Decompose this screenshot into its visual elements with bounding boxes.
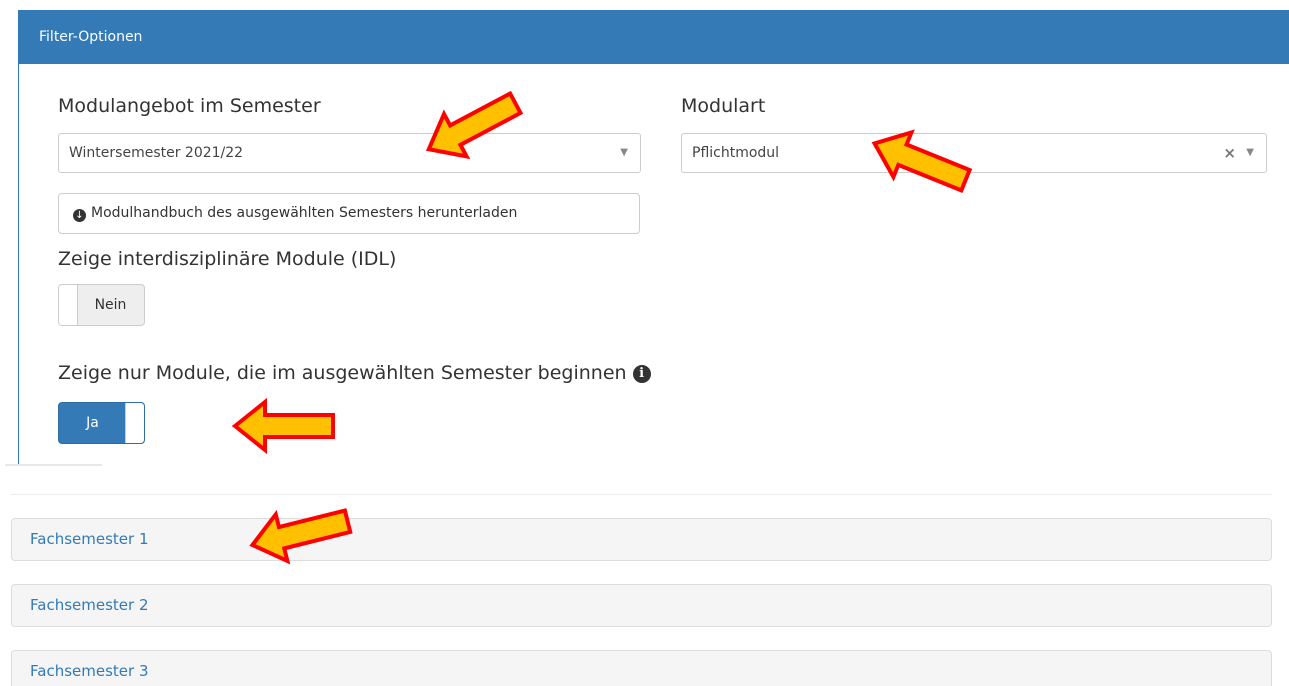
toggle-knob <box>59 285 78 325</box>
idl-toggle-state: Nein <box>94 297 127 313</box>
begin-semester-toggle[interactable]: Ja <box>58 402 145 444</box>
modulart-select-value: Pflichtmodul <box>692 145 780 161</box>
accordion-item-label: Fachsemester 1 <box>30 530 149 548</box>
panel-bottom-edge <box>5 464 102 466</box>
panel-heading: Filter-Optionen <box>19 11 1289 64</box>
semester-filter-label: Modulangebot im Semester <box>58 95 321 117</box>
download-icon: ↓ <box>73 209 86 222</box>
download-button-label: Modulhandbuch des ausgewählten Semesters… <box>91 205 518 221</box>
accordion-item-fachsemester-1[interactable]: Fachsemester 1 <box>11 518 1272 561</box>
accordion-item-fachsemester-2[interactable]: Fachsemester 2 <box>11 584 1272 627</box>
accordion-item-fachsemester-3[interactable]: Fachsemester 3 <box>11 650 1272 686</box>
annotation-arrow-icon <box>231 397 335 455</box>
accordion-item-label: Fachsemester 3 <box>30 662 149 680</box>
clear-selection-icon[interactable]: × <box>1223 134 1236 172</box>
begin-toggle-state: Ja <box>86 415 99 431</box>
begin-semester-toggle-label: Zeige nur Module, die im ausgewählten Se… <box>58 362 651 384</box>
semester-select-value: Wintersemester 2021/22 <box>69 145 244 161</box>
chevron-down-icon: ▼ <box>1246 147 1254 158</box>
chevron-down-icon: ▼ <box>620 147 628 158</box>
page: Filter-Optionen Modulangebot im Semester… <box>0 0 1289 686</box>
download-module-handbook-button[interactable]: ↓ Modulhandbuch des ausgewählten Semester… <box>58 193 640 234</box>
semester-select[interactable]: Wintersemester 2021/22 ▼ <box>58 133 641 173</box>
begin-semester-label-text: Zeige nur Module, die im ausgewählten Se… <box>58 362 627 384</box>
toggle-knob <box>125 403 144 443</box>
accordion-item-label: Fachsemester 2 <box>30 596 149 614</box>
filter-options-panel: Filter-Optionen <box>18 10 1289 465</box>
info-icon[interactable]: i <box>632 365 651 383</box>
idl-toggle[interactable]: Nein <box>58 284 145 326</box>
modulart-filter-label: Modulart <box>681 95 766 117</box>
idl-toggle-label: Zeige interdisziplinäre Module (IDL) <box>58 248 397 270</box>
section-divider <box>10 494 1272 495</box>
